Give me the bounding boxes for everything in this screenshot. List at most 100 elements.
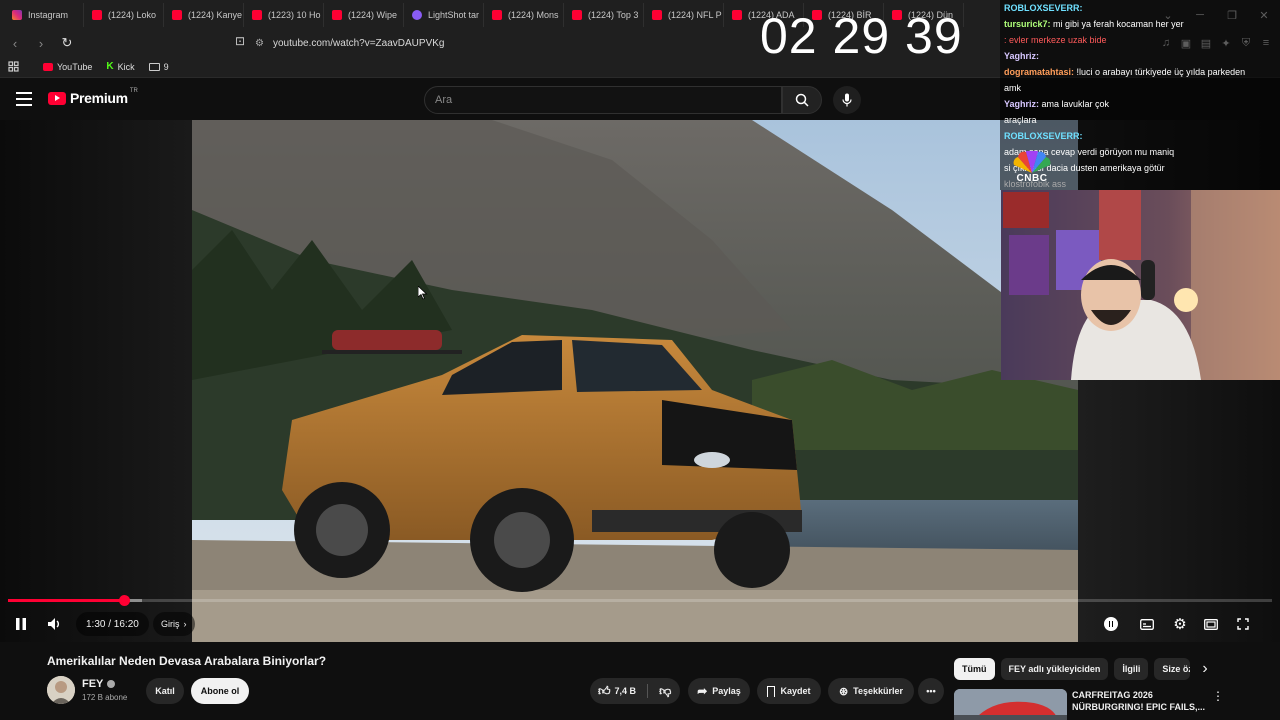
channel-name[interactable]: FEY: [82, 678, 116, 690]
cnbc-text: CNBC: [1016, 173, 1048, 184]
kick-icon: K: [106, 61, 114, 72]
gear-icon: ⚙: [1173, 616, 1187, 633]
like-count: 7,4 B: [614, 686, 637, 696]
bookmark-folder[interactable]: 9: [148, 62, 169, 72]
back-icon[interactable]: ‹: [4, 32, 26, 54]
dislike-button[interactable]: 👎︎: [659, 684, 671, 699]
browser-tab[interactable]: (1224) Wipe: [324, 3, 404, 27]
bookmark-icon: [767, 685, 776, 697]
youtube-icon: [92, 10, 102, 20]
region-code: TR: [129, 88, 138, 94]
more-actions-button[interactable]: •••: [918, 678, 944, 704]
chat-message: araçlara: [1004, 112, 1280, 128]
thanks-button[interactable]: ⊛ Teşekkürler: [828, 678, 914, 704]
url-field[interactable]: ⚙ youtube.com/watch?v=ZaavDAUPVKg: [255, 33, 735, 53]
pause-button[interactable]: [12, 612, 30, 636]
youtube-icon: [492, 10, 502, 20]
chat-message: dogramatahtasi: !luci o arabayı türkiyed…: [1004, 64, 1280, 80]
apps-grid-icon[interactable]: [8, 61, 19, 72]
video-frame[interactable]: [192, 120, 1078, 642]
browser-tab[interactable]: (1224) NFL P: [644, 3, 724, 27]
site-info-icon[interactable]: ⚙: [255, 38, 273, 49]
pause-icon: [16, 618, 26, 630]
chat-message: amk: [1004, 80, 1280, 96]
chat-message: tursurick7: mi gibi ya ferah kocaman her…: [1004, 16, 1280, 32]
video-title: Amerikalılar Neden Devasa Arabalara Bini…: [47, 654, 327, 668]
mouse-cursor-icon: [418, 286, 428, 300]
channel-avatar[interactable]: [47, 676, 75, 704]
bookmark-youtube[interactable]: YouTube: [43, 62, 92, 72]
browser-tab[interactable]: (1224) Kanye: [164, 3, 244, 27]
share-icon: ➦: [697, 684, 708, 698]
stream-clock: 02 29 39: [760, 8, 963, 64]
hamburger-menu-icon[interactable]: [16, 92, 32, 106]
browser-tab[interactable]: LightShot tar: [404, 3, 484, 27]
recommended-title-line: CARFREITAG 2026: [1072, 690, 1153, 700]
search-input[interactable]: Ara: [424, 86, 782, 114]
chat-username: tursurick7:: [1004, 19, 1051, 29]
chevron-right-icon[interactable]: ›: [1202, 660, 1207, 678]
theater-mode-button[interactable]: [1202, 612, 1220, 636]
chat-text: !luci o arabayı türkiyede üç yılda parke…: [1076, 67, 1246, 77]
chat-message: Yaghriz:: [1004, 48, 1280, 64]
browser-tab[interactable]: (1224) Top 3: [564, 3, 644, 27]
recommended-title[interactable]: CARFREITAG 2026 NÜRBURGRING! EPIC FAILS,…: [1072, 689, 1205, 713]
chip-from-uploader[interactable]: FEY adlı yükleyiciden: [1000, 658, 1109, 680]
chip-for-you[interactable]: Size öz: [1154, 658, 1191, 680]
chat-username: ROBLOXSEVERR:: [1004, 131, 1083, 141]
share-label: Paylaş: [712, 686, 741, 696]
lightshot-icon: [412, 10, 422, 20]
voice-search-button[interactable]: [833, 86, 861, 114]
volume-button[interactable]: [46, 612, 64, 636]
chat-username: Yaghriz:: [1004, 51, 1040, 61]
chip-all[interactable]: Tümü: [954, 658, 995, 680]
browser-tab[interactable]: Instagram: [4, 3, 84, 27]
more-horizontal-icon: •••: [926, 686, 936, 696]
tab-label: (1224) NFL P: [668, 10, 722, 20]
search-button[interactable]: [782, 86, 822, 114]
settings-button[interactable]: ⚙: [1171, 612, 1189, 636]
chip-related[interactable]: İlgili: [1114, 658, 1149, 680]
thanks-label: Teşekkürler: [853, 686, 904, 696]
tab-label: (1224) Wipe: [348, 10, 398, 20]
chevron-right-icon: ›: [183, 619, 187, 629]
save-button[interactable]: Kaydet: [757, 678, 821, 704]
like-button[interactable]: 👍︎ 7,4 B: [598, 684, 636, 699]
youtube-icon: [652, 10, 662, 20]
divider: [647, 684, 649, 698]
tab-label: (1224) Top 3: [588, 10, 639, 20]
played-bar: [8, 599, 125, 602]
subscribe-button[interactable]: Abone ol: [191, 678, 249, 704]
youtube-premium-logo[interactable]: Premium TR: [48, 88, 138, 106]
recommendation-filters: Tümü FEY adlı yükleyiciden İlgili Size ö…: [954, 658, 1208, 680]
instagram-icon: [12, 10, 22, 20]
autoplay-toggle[interactable]: [1102, 612, 1120, 636]
time-display: 1:30 / 16:20: [76, 612, 149, 636]
tab-label: LightShot tar: [428, 10, 480, 20]
join-button[interactable]: Katıl: [146, 678, 184, 704]
bookmark-star-icon[interactable]: ⊡: [235, 34, 245, 48]
recommended-title-line: NÜRBURGRING! EPIC FAILS,...: [1072, 702, 1206, 712]
forward-icon[interactable]: ›: [30, 32, 52, 54]
share-button[interactable]: ➦ Paylaş: [688, 678, 750, 704]
fullscreen-icon: [1237, 618, 1249, 630]
bookmark-label: YouTube: [57, 61, 93, 72]
microphone-icon: [842, 93, 852, 107]
streamer-webcam: [1001, 190, 1280, 380]
peacock-icon: [1013, 151, 1051, 173]
chapter-button[interactable]: Giriş ›: [153, 612, 195, 636]
bookmark-kick[interactable]: K Kick: [106, 61, 134, 72]
more-vertical-icon[interactable]: ⋮: [1212, 689, 1224, 703]
tab-label: Instagram: [28, 10, 69, 20]
seek-bar[interactable]: [8, 595, 1272, 606]
chat-username: dogramatahtasi:: [1004, 67, 1075, 77]
subtitles-button[interactable]: [1138, 612, 1156, 636]
browser-tab[interactable]: (1223) 10 Ho: [244, 3, 324, 27]
chat-username: ROBLOXSEVERR:: [1004, 3, 1083, 13]
fullscreen-button[interactable]: [1234, 612, 1252, 636]
browser-tab[interactable]: (1224) Loko: [84, 3, 164, 27]
browser-tab[interactable]: (1224) Mons: [484, 3, 564, 27]
recommended-video[interactable]: CARFREITAG 2026 NÜRBURGRING! EPIC FAILS,…: [954, 689, 1280, 720]
reload-icon[interactable]: ↻: [56, 32, 78, 54]
recommended-thumbnail[interactable]: [954, 689, 1067, 720]
